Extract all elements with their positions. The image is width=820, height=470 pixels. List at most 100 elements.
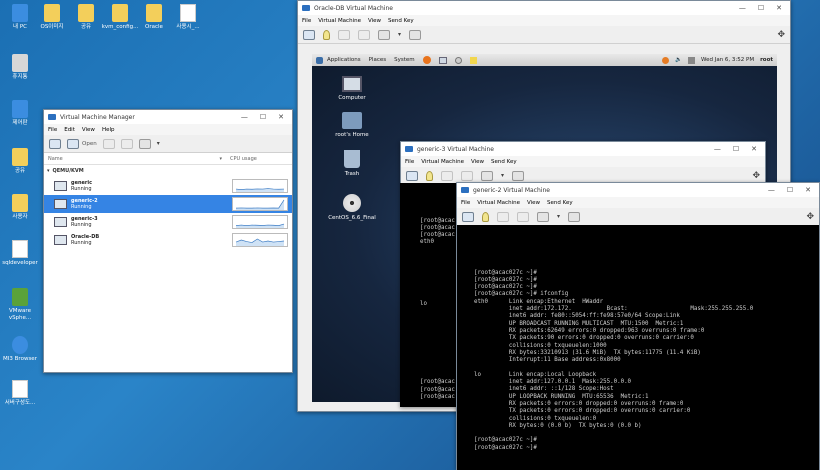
menu-places[interactable]: Places: [369, 57, 387, 63]
play-icon[interactable]: [338, 29, 350, 40]
play-icon[interactable]: [497, 211, 509, 222]
generic2-terminal[interactable]: [root@acac027c ~]# [root@acac027c ~]# [r…: [457, 225, 819, 470]
generic3-titlebar[interactable]: generic-3 Virtual Machine — ☐ ✕: [401, 142, 765, 156]
menu-send-key[interactable]: Send Key: [491, 159, 517, 165]
user-menu[interactable]: root: [760, 57, 773, 63]
fullscreen-icon[interactable]: ✥: [752, 171, 760, 181]
close-icon[interactable]: ✕: [805, 186, 811, 194]
menu-view[interactable]: View: [527, 200, 540, 206]
desktop-icon-vmware[interactable]: VMware vSphe...: [0, 288, 40, 322]
desktop-icon-usage-doc[interactable]: 사용시_...: [168, 4, 208, 31]
play-icon[interactable]: [441, 170, 453, 181]
guest-icon-home[interactable]: root's Home: [322, 112, 382, 138]
host-row[interactable]: ▾ QEMU/KVM: [44, 165, 292, 177]
menu-virtual-machine[interactable]: Virtual Machine: [318, 18, 361, 24]
menu-system[interactable]: System: [394, 57, 415, 63]
shutdown-icon[interactable]: [138, 138, 151, 149]
menu-file[interactable]: File: [302, 18, 311, 24]
firefox-icon[interactable]: [422, 56, 431, 64]
console-monitor-icon[interactable]: [406, 170, 418, 181]
menu-edit[interactable]: Edit: [64, 127, 75, 133]
column-cpu-usage[interactable]: CPU usage: [230, 156, 288, 162]
details-bulb-icon[interactable]: [323, 29, 330, 40]
clock[interactable]: Wed Jan 6, 3:52 PM: [701, 57, 754, 63]
chevron-down-icon[interactable]: ▾: [398, 31, 401, 38]
desktop-icon-server-diagram[interactable]: 서버구성도...: [0, 380, 40, 407]
guest-icon-trash[interactable]: Trash: [322, 150, 382, 177]
menu-view[interactable]: View: [471, 159, 484, 165]
console-monitor-icon[interactable]: [462, 211, 474, 222]
guest-icon-computer[interactable]: Computer: [322, 76, 382, 101]
close-icon[interactable]: ✕: [776, 4, 782, 12]
maximize-icon[interactable]: ☐: [733, 145, 739, 153]
details-bulb-icon[interactable]: [482, 211, 489, 222]
maximize-icon[interactable]: ☐: [260, 113, 266, 121]
menu-file[interactable]: File: [48, 127, 57, 133]
shutdown-icon[interactable]: [481, 170, 493, 181]
fullscreen-icon[interactable]: ✥: [806, 212, 814, 222]
column-name[interactable]: Name: [48, 156, 219, 162]
open-button[interactable]: Open: [67, 138, 97, 149]
fullscreen-icon[interactable]: ✥: [777, 30, 785, 40]
vmm-titlebar[interactable]: Virtual Machine Manager — ☐ ✕: [44, 110, 292, 124]
minimize-icon[interactable]: —: [241, 113, 248, 121]
menu-send-key[interactable]: Send Key: [547, 200, 573, 206]
update-icon[interactable]: [662, 56, 670, 64]
close-icon[interactable]: ✕: [278, 113, 284, 121]
guest-icon-cdrom[interactable]: CentOS_6.6_Final: [322, 194, 382, 221]
desktop-icon-mi3-browser[interactable]: MI3 Browser: [0, 336, 40, 363]
menu-file[interactable]: File: [405, 159, 414, 165]
desktop-icon-user[interactable]: 사용자: [0, 194, 40, 221]
menu-send-key[interactable]: Send Key: [388, 18, 414, 24]
pause-icon[interactable]: [461, 170, 473, 181]
generic2-titlebar[interactable]: generic-2 Virtual Machine — ☐ ✕: [457, 183, 819, 197]
network-icon[interactable]: [687, 56, 695, 64]
console-monitor-icon[interactable]: [303, 29, 315, 40]
maximize-icon[interactable]: ☐: [758, 4, 764, 12]
volume-icon[interactable]: 🔈: [675, 57, 682, 63]
new-vm-icon[interactable]: [49, 138, 61, 149]
menu-applications[interactable]: Applications: [327, 57, 361, 63]
settings-icon[interactable]: [454, 56, 462, 64]
menu-virtual-machine[interactable]: Virtual Machine: [477, 200, 520, 206]
cpu-usage-area: [236, 199, 284, 210]
desktop-icon-sqldeveloper[interactable]: sqldeveloper: [0, 240, 42, 267]
snapshot-icon[interactable]: [568, 211, 581, 222]
pause-icon[interactable]: [517, 211, 529, 222]
menu-file[interactable]: File: [461, 200, 470, 206]
guest-icon-label: CentOS_6.6_Final: [328, 215, 376, 221]
pause-icon[interactable]: [358, 29, 370, 40]
shutdown-icon[interactable]: [378, 29, 390, 40]
details-bulb-icon[interactable]: [426, 170, 433, 181]
menu-view[interactable]: View: [368, 18, 381, 24]
snapshot-icon[interactable]: [512, 170, 525, 181]
chevron-down-icon[interactable]: ▾: [157, 140, 160, 147]
vm-row-oracle-db[interactable]: Oracle-DB Running: [44, 231, 292, 249]
menu-help[interactable]: Help: [102, 127, 115, 133]
play-icon[interactable]: [102, 138, 115, 149]
maximize-icon[interactable]: ☐: [787, 186, 793, 194]
pause-icon[interactable]: [120, 138, 133, 149]
vm-row-generic-2[interactable]: generic-2 Running: [44, 195, 292, 213]
minimize-icon[interactable]: —: [739, 4, 746, 12]
vm-row-generic-3[interactable]: generic-3 Running: [44, 213, 292, 231]
menu-virtual-machine[interactable]: Virtual Machine: [421, 159, 464, 165]
chevron-down-icon[interactable]: ▾: [501, 172, 504, 179]
snapshot-icon[interactable]: [409, 29, 422, 40]
desktop-icon-recycle-bin[interactable]: 휴지통: [0, 54, 40, 81]
expander-icon[interactable]: ▾: [47, 168, 50, 174]
sort-chevron-icon[interactable]: ▾: [219, 156, 222, 162]
notes-icon[interactable]: [469, 56, 477, 64]
mail-icon[interactable]: [438, 56, 447, 64]
desktop-icon-control-panel[interactable]: 제어판: [0, 100, 40, 127]
shutdown-icon[interactable]: [537, 211, 549, 222]
minimize-icon[interactable]: —: [714, 145, 721, 153]
chevron-down-icon[interactable]: ▾: [557, 213, 560, 220]
minimize-icon[interactable]: —: [768, 186, 775, 194]
gnome-foot-icon[interactable]: [316, 56, 323, 64]
vm-row-generic[interactable]: generic Running: [44, 177, 292, 195]
desktop-icon-share[interactable]: 공유: [0, 148, 40, 175]
menu-view[interactable]: View: [82, 127, 95, 133]
close-icon[interactable]: ✕: [751, 145, 757, 153]
oracle-titlebar[interactable]: Oracle-DB Virtual Machine — ☐ ✕: [298, 1, 790, 15]
